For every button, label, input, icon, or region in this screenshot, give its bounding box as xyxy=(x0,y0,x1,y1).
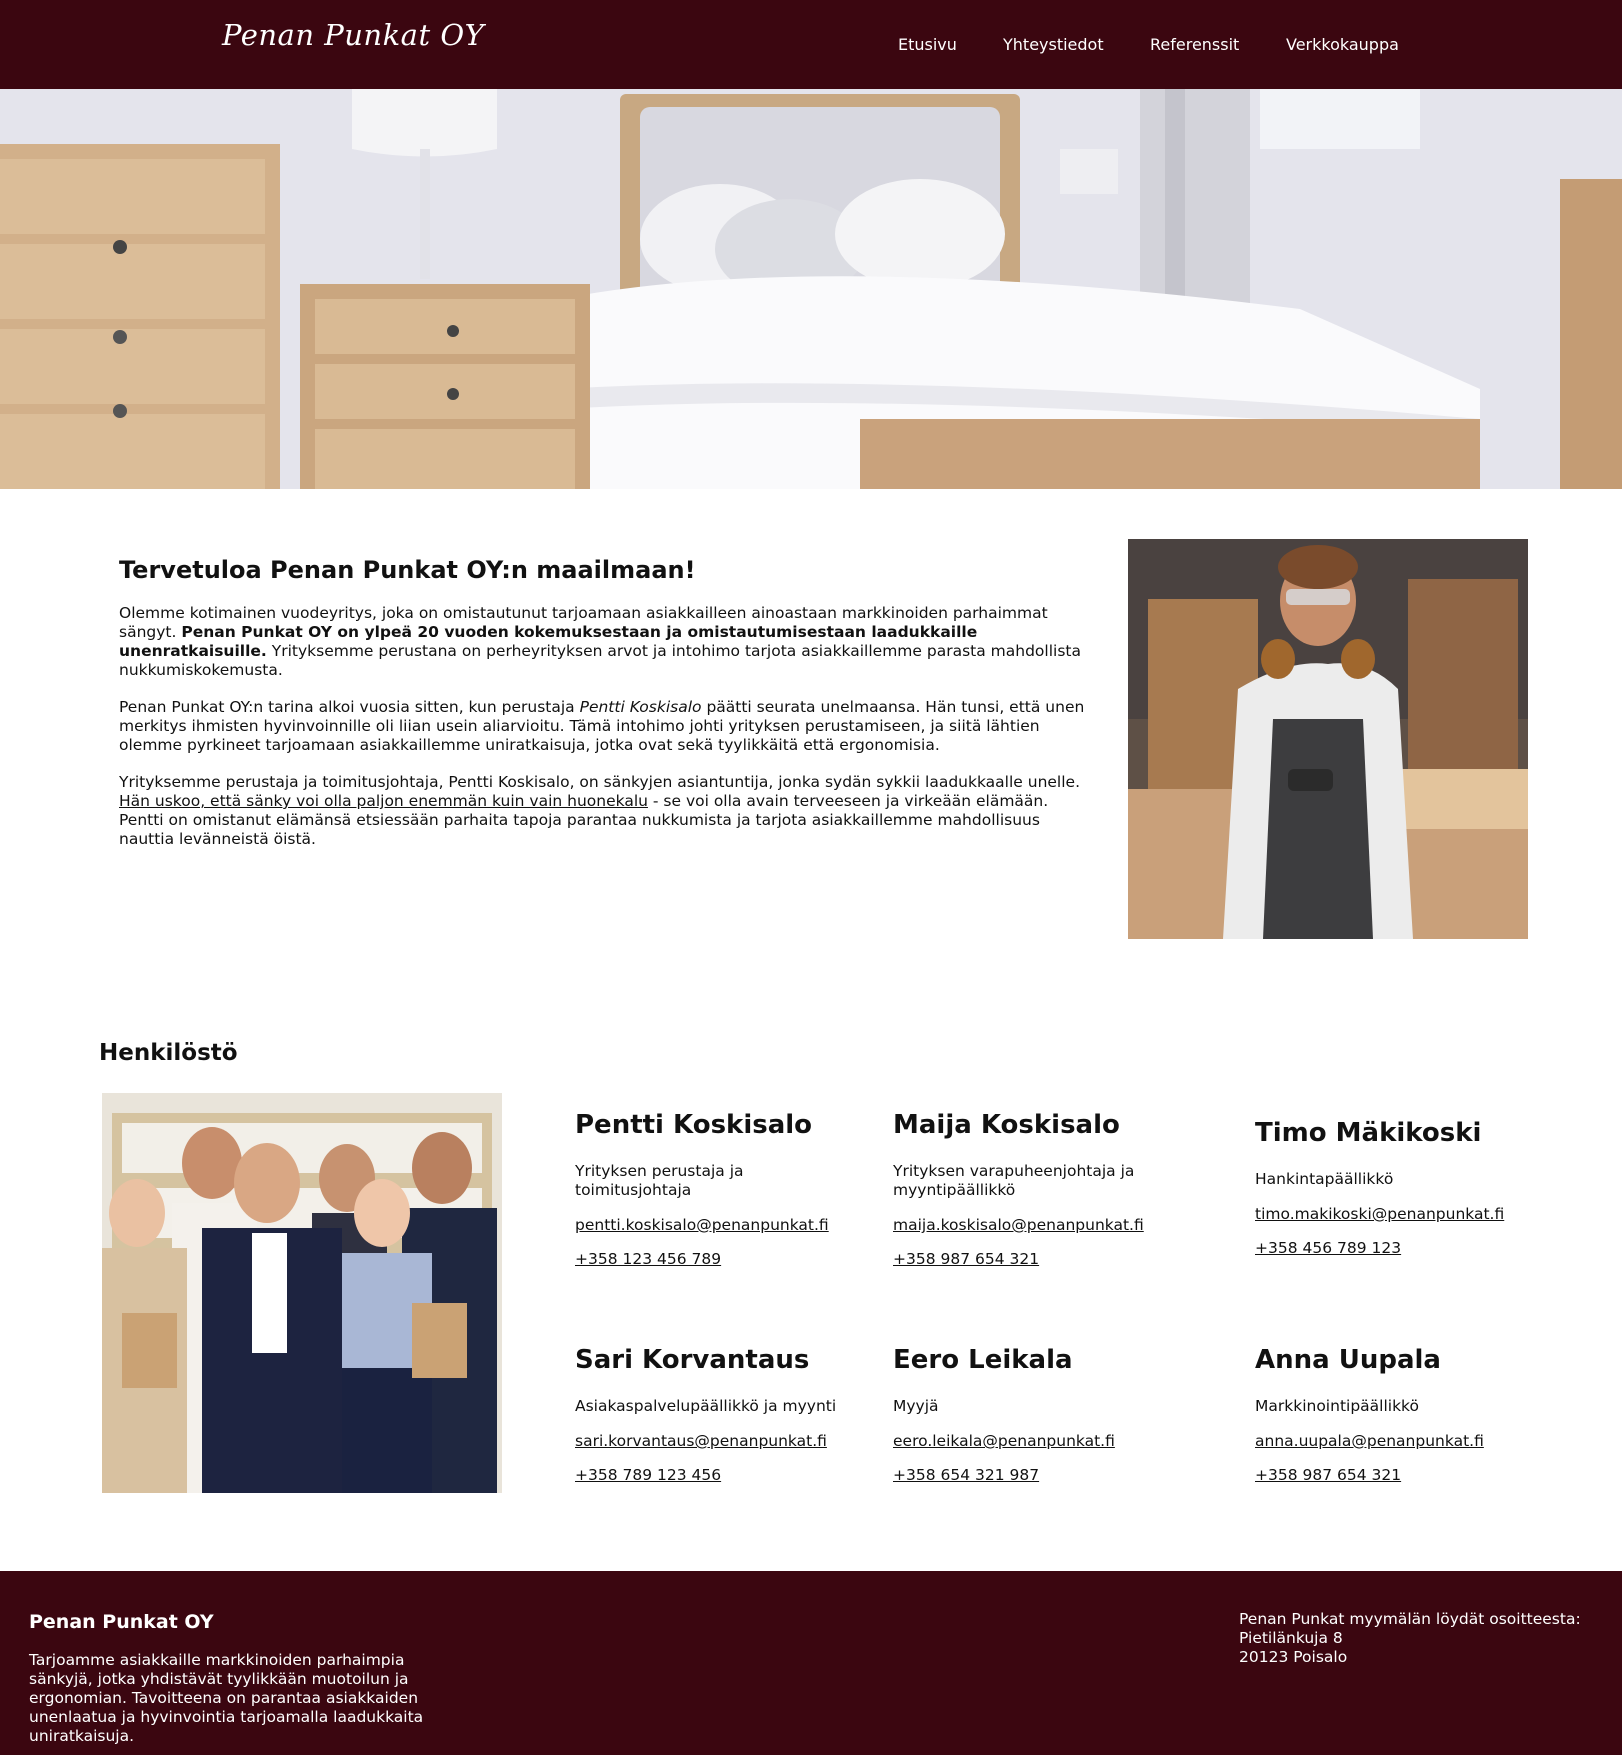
staff-card-maija: Maija Koskisalo Yrityksen varapuheenjoht… xyxy=(893,1110,1193,1284)
staff-email-link[interactable]: pentti.koskisalo@penanpunkat.fi xyxy=(575,1216,875,1234)
staff-email-link[interactable]: maija.koskisalo@penanpunkat.fi xyxy=(893,1216,1193,1234)
intro-p3-underline: Hän uskoo, että sänky voi olla paljon en… xyxy=(119,792,648,810)
site-logo[interactable]: Penan Punkat OY xyxy=(222,18,484,52)
footer-brand: Penan Punkat OY xyxy=(29,1611,214,1633)
staff-section-title: Henkilöstö xyxy=(99,1040,238,1066)
staff-phone-link[interactable]: +358 987 654 321 xyxy=(1255,1466,1555,1484)
staff-phone-link[interactable]: +358 654 321 987 xyxy=(893,1466,1193,1484)
top-navigation-bar: Penan Punkat OY Etusivu Yhteystiedot Ref… xyxy=(0,0,1622,89)
staff-role: Yrityksen varapuheenjohtaja ja myyntipää… xyxy=(893,1162,1135,1199)
intro-paragraph-1: Olemme kotimainen vuodeyritys, joka on o… xyxy=(119,604,1089,680)
nav-link-verkkokauppa[interactable]: Verkkokauppa xyxy=(1286,35,1399,54)
staff-card-pentti: Pentti Koskisalo Yrityksen perustaja ja … xyxy=(575,1110,875,1284)
founder-illustration xyxy=(1128,539,1528,939)
staff-email-link[interactable]: sari.korvantaus@penanpunkat.fi xyxy=(575,1432,875,1450)
staff-card-eero: Eero Leikala Myyjä eero.leikala@penanpun… xyxy=(893,1345,1193,1500)
staff-phone-link[interactable]: +358 789 123 456 xyxy=(575,1466,875,1484)
staff-role: Asiakaspalvelupäällikkö ja myynti xyxy=(575,1397,837,1415)
footer-street: Pietilänkuja 8 xyxy=(1239,1629,1343,1647)
staff-role: Myyjä xyxy=(893,1397,939,1415)
hero-illustration xyxy=(0,89,1622,489)
staff-email-link[interactable]: timo.makikoski@penanpunkat.fi xyxy=(1255,1205,1555,1223)
staff-name: Eero Leikala xyxy=(893,1345,1073,1375)
nav-link-yhteystiedot[interactable]: Yhteystiedot xyxy=(1003,35,1104,54)
hero-bedroom-image xyxy=(0,89,1622,489)
staff-card-timo: Timo Mäkikoski Hankintapäällikkö timo.ma… xyxy=(1255,1118,1555,1273)
staff-name: Anna Uupala xyxy=(1255,1345,1441,1375)
site-footer: Penan Punkat OY Tarjoamme asiakkaille ma… xyxy=(0,1571,1622,1755)
staff-phone-link[interactable]: +358 456 789 123 xyxy=(1255,1239,1555,1257)
staff-name: Sari Korvantaus xyxy=(575,1345,810,1375)
intro-paragraph-3: Yrityksemme perustaja ja toimitusjohtaja… xyxy=(119,773,1089,849)
staff-role: Yrityksen perustaja ja toimitusjohtaja xyxy=(575,1162,744,1199)
intro-p2-text-a: Penan Punkat OY:n tarina alkoi vuosia si… xyxy=(119,698,580,716)
staff-phone-link[interactable]: +358 123 456 789 xyxy=(575,1250,875,1268)
team-photo xyxy=(102,1093,502,1493)
staff-name: Timo Mäkikoski xyxy=(1255,1118,1482,1148)
nav-link-etusivu[interactable]: Etusivu xyxy=(898,35,957,54)
staff-name: Maija Koskisalo xyxy=(893,1110,1120,1140)
nav-link-referenssit[interactable]: Referenssit xyxy=(1150,35,1239,54)
founder-photo xyxy=(1128,539,1528,939)
staff-card-sari: Sari Korvantaus Asiakaspalvelupäällikkö … xyxy=(575,1345,875,1500)
intro-paragraph-2: Penan Punkat OY:n tarina alkoi vuosia si… xyxy=(119,698,1089,755)
intro-title: Tervetuloa Penan Punkat OY:n maailmaan! xyxy=(119,556,696,584)
intro-p2-italic: Pentti Koskisalo xyxy=(579,698,702,716)
staff-name: Pentti Koskisalo xyxy=(575,1110,813,1140)
team-illustration xyxy=(102,1093,502,1493)
staff-email-link[interactable]: eero.leikala@penanpunkat.fi xyxy=(893,1432,1193,1450)
staff-email-link[interactable]: anna.uupala@penanpunkat.fi xyxy=(1255,1432,1555,1450)
staff-role: Markkinointipäällikkö xyxy=(1255,1397,1419,1415)
intro-section: Tervetuloa Penan Punkat OY:n maailmaan! … xyxy=(119,556,1089,867)
footer-address: Penan Punkat myymälän löydät osoitteesta… xyxy=(1239,1610,1581,1667)
intro-p3-text-a: Yrityksemme perustaja ja toimitusjohtaja… xyxy=(119,773,1081,791)
footer-address-intro: Penan Punkat myymälän löydät osoitteesta… xyxy=(1239,1610,1581,1628)
staff-card-anna: Anna Uupala Markkinointipäällikkö anna.u… xyxy=(1255,1345,1555,1500)
staff-phone-link[interactable]: +358 987 654 321 xyxy=(893,1250,1193,1268)
staff-role: Hankintapäällikkö xyxy=(1255,1170,1394,1188)
footer-city: 20123 Poisalo xyxy=(1239,1648,1348,1666)
footer-description: Tarjoamme asiakkaille markkinoiden parha… xyxy=(29,1651,424,1745)
